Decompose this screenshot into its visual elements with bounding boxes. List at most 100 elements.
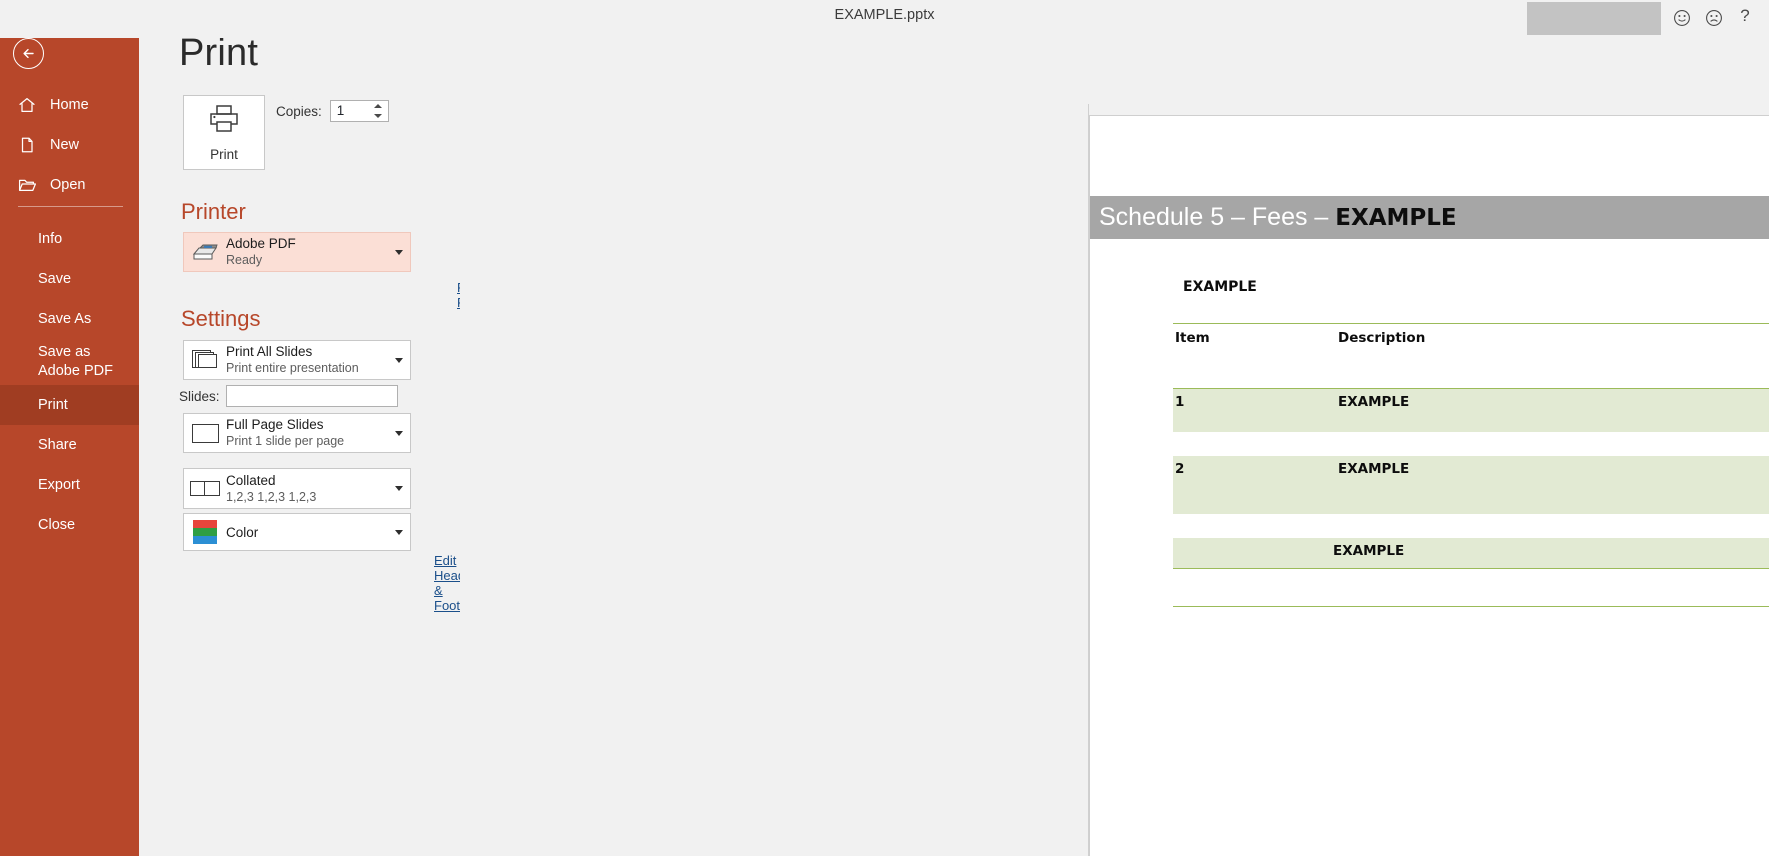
column-header-description: Description <box>1338 330 1426 346</box>
slide-title: Schedule 5 – Fees – EXAMPLE <box>1090 203 1457 232</box>
printer-select-text: Adobe PDF Ready <box>226 235 388 269</box>
copies-spinner-arrows[interactable] <box>372 101 385 121</box>
sidebar-item-print[interactable]: Print <box>0 385 139 425</box>
open-folder-icon <box>16 174 38 196</box>
chevron-up-icon[interactable] <box>374 104 383 108</box>
powerpoint-backstage-print-view: EXAMPLE.pptx ? Home New Open Info Save S… <box>0 0 1769 856</box>
cell-item: 1 <box>1175 394 1185 410</box>
chevron-down-icon[interactable] <box>388 357 410 363</box>
account-info-box[interactable] <box>1527 2 1661 35</box>
sidebar-item-share[interactable]: Share <box>0 425 139 465</box>
chevron-down-icon[interactable] <box>388 249 410 255</box>
new-document-icon <box>16 134 38 156</box>
sidebar-item-label: Share <box>38 436 77 453</box>
sidebar-item-open[interactable]: Open <box>0 165 139 205</box>
printer-name: Adobe PDF <box>226 236 296 251</box>
slide-title-bold: EXAMPLE <box>1335 205 1457 231</box>
color-mode-text: Color <box>226 524 388 541</box>
settings-section-heading: Settings <box>181 306 261 331</box>
printer-icon <box>206 103 242 140</box>
cell-description: EXAMPLE <box>1338 461 1410 477</box>
copies-label: Copies: <box>276 103 322 119</box>
rail-divider <box>18 206 123 207</box>
print-range-select[interactable]: Print All Slides Print entire presentati… <box>183 340 411 380</box>
chevron-down-icon[interactable] <box>388 486 410 491</box>
title-bar-right-cluster: ? <box>1527 0 1763 38</box>
fee-table: Item Description Fixed Lump Sum $ 1 EXAM… <box>1173 323 1769 607</box>
printer-status: Ready <box>226 253 263 267</box>
sidebar-item-home[interactable]: Home <box>0 85 139 125</box>
print-button-label: Print <box>210 147 238 162</box>
title-bar: EXAMPLE.pptx ? <box>0 0 1769 38</box>
table-row: 2 EXAMPLE $XXX <box>1173 456 1769 514</box>
color-mode-select[interactable]: Color <box>183 513 411 551</box>
slides-row: Slides: <box>179 385 398 407</box>
sidebar-item-save[interactable]: Save <box>0 259 139 299</box>
collation-main: Collated <box>226 472 276 488</box>
sidebar-item-new[interactable]: New <box>0 125 139 165</box>
sidebar-item-label: Home <box>50 97 89 113</box>
copies-stepper[interactable]: 1 <box>329 100 389 122</box>
print-layout-main: Full Page Slides <box>226 417 324 432</box>
sidebar-item-label: Open <box>50 177 86 193</box>
print-range-main: Print All Slides <box>226 344 313 359</box>
print-layout-text: Full Page Slides Print 1 slide per page <box>226 416 388 450</box>
slide-preview[interactable]: Schedule 5 – Fees – EXAMPLE EXAMPLE Item… <box>1089 115 1769 856</box>
cell-description: EXAMPLE <box>1333 543 1405 559</box>
column-header-item: Item <box>1175 330 1210 346</box>
sidebar-item-export[interactable]: Export <box>0 465 139 505</box>
print-range-sub: Print entire presentation <box>226 361 359 375</box>
color-mode-main: Color <box>226 524 259 540</box>
help-icon[interactable]: ? <box>1735 5 1755 27</box>
sidebar-item-label: Export <box>38 476 80 493</box>
collation-select[interactable]: Collated 1,2,3 1,2,3 1,2,3 <box>183 468 411 509</box>
color-swatch-icon <box>184 520 226 544</box>
backstage-navigation-rail: Home New Open Info Save Save As Save as … <box>0 0 139 856</box>
slide-title-band: Schedule 5 – Fees – EXAMPLE <box>1090 196 1769 239</box>
copies-row: Copies: 1 <box>276 100 389 122</box>
print-range-text: Print All Slides Print entire presentati… <box>226 343 388 377</box>
print-layout-select[interactable]: Full Page Slides Print 1 slide per page <box>183 413 411 453</box>
page-title: Print <box>179 32 259 74</box>
print-preview-area: Schedule 5 – Fees – EXAMPLE EXAMPLE Item… <box>460 0 1769 856</box>
print-button[interactable]: Print <box>183 95 265 170</box>
slides-label: Slides: <box>179 388 220 404</box>
sidebar-item-label: Info <box>38 230 63 247</box>
all-slides-icon <box>184 350 226 370</box>
collation-sub: 1,2,3 1,2,3 1,2,3 <box>226 489 317 504</box>
table-header-row: Item Description Fixed Lump Sum $ <box>1173 323 1769 389</box>
frowny-face-icon[interactable] <box>1703 7 1725 29</box>
back-arrow-icon[interactable] <box>13 38 44 69</box>
printer-select[interactable]: Adobe PDF Ready <box>183 232 411 272</box>
rail-secondary-group: Info Save Save As Save as Adobe PDF Prin… <box>0 219 139 545</box>
slides-input[interactable] <box>225 385 398 407</box>
cell-description: EXAMPLE <box>1338 394 1410 410</box>
collate-icon <box>184 481 226 496</box>
sidebar-item-label: Close <box>38 516 76 533</box>
chevron-down-icon[interactable] <box>388 529 410 535</box>
sidebar-item-label: Save <box>38 270 72 287</box>
slide-title-plain: Schedule 5 – Fees – <box>1099 203 1336 231</box>
table-row: 1 EXAMPLE $XXX <box>1173 389 1769 432</box>
smiley-face-icon[interactable] <box>1671 7 1693 29</box>
sidebar-item-close[interactable]: Close <box>0 505 139 545</box>
copies-value: 1 <box>336 103 345 118</box>
sidebar-item-save-as-adobe-pdf[interactable]: Save as Adobe PDF <box>0 339 139 385</box>
chevron-down-icon[interactable] <box>374 114 383 118</box>
document-title: EXAMPLE.pptx <box>834 7 935 23</box>
slide-body-heading: EXAMPLE <box>1183 279 1257 295</box>
home-icon <box>16 94 38 116</box>
slide-body: EXAMPLE Item Description Fixed Lump Sum … <box>1090 239 1769 856</box>
sidebar-item-save-as[interactable]: Save As <box>0 299 139 339</box>
sidebar-item-label: Print <box>38 396 68 413</box>
printer-section-heading: Printer <box>181 199 246 224</box>
chevron-down-icon[interactable] <box>388 430 410 436</box>
cell-item: 2 <box>1175 461 1185 477</box>
sidebar-item-info[interactable]: Info <box>0 219 139 259</box>
print-layout-sub: Print 1 slide per page <box>226 434 345 448</box>
print-settings-pane: Print Print Copies: 1 Printer Adobe PDF … <box>139 0 552 856</box>
collation-text: Collated 1,2,3 1,2,3 1,2,3 <box>226 472 388 506</box>
sidebar-item-label: Save As <box>38 310 92 327</box>
rail-primary-group: Home New Open <box>0 85 139 205</box>
table-bottom-rule <box>1173 606 1769 607</box>
